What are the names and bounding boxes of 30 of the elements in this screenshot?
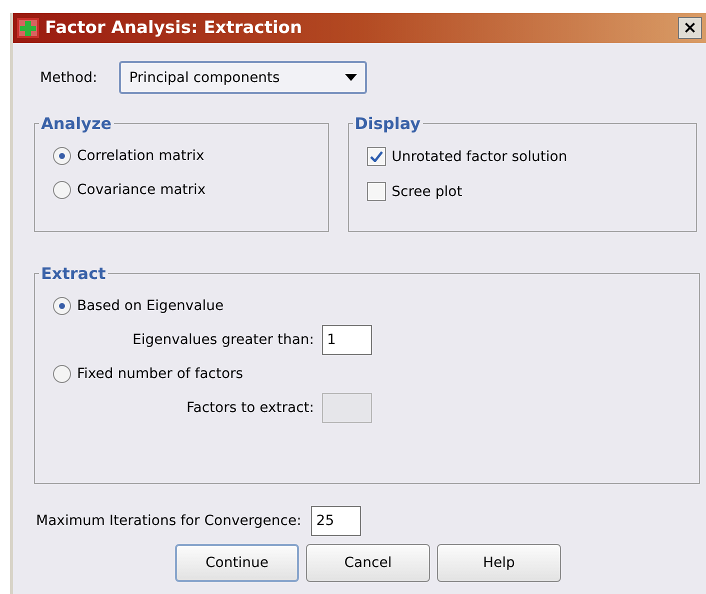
window-title: Factor Analysis: Extraction xyxy=(45,18,304,38)
close-button[interactable]: × xyxy=(678,17,702,39)
checkbox-option[interactable]: Scree plot xyxy=(366,182,678,201)
field-label: Eigenvalues greater than: xyxy=(132,332,314,348)
dialog-button[interactable]: Help xyxy=(437,544,561,582)
radio-button[interactable] xyxy=(53,365,71,383)
group-title: Extract xyxy=(40,264,107,283)
iterations-label: Maximum Iterations for Convergence: xyxy=(36,513,302,529)
method-label: Method: xyxy=(40,70,98,86)
checkbox[interactable] xyxy=(366,182,386,201)
iterations-field[interactable]: 25 xyxy=(311,506,362,536)
radio-option[interactable]: Fixed number of factors xyxy=(53,365,681,383)
field-label: Factors to extract: xyxy=(186,400,314,416)
checkmark-icon xyxy=(370,151,383,162)
group-title: Analyze xyxy=(40,114,113,133)
radio-option[interactable]: Covariance matrix xyxy=(53,181,310,199)
radio-button[interactable] xyxy=(53,147,71,165)
radio-button[interactable] xyxy=(53,181,71,199)
dialog-button[interactable]: Continue xyxy=(175,544,299,582)
radio-button[interactable] xyxy=(53,297,71,315)
group-title: Display xyxy=(354,114,422,133)
radio-option[interactable]: Correlation matrix xyxy=(53,147,310,165)
number-field[interactable]: 1 xyxy=(322,325,372,355)
checkbox-option[interactable]: Unrotated factor solution xyxy=(366,147,678,166)
radio-option[interactable]: Based on Eigenvalue xyxy=(53,297,681,315)
dialog-button[interactable]: Cancel xyxy=(306,544,430,582)
dropdown-arrow-icon xyxy=(345,74,358,81)
app-icon xyxy=(17,18,39,38)
method-dropdown[interactable]: Principal components xyxy=(119,61,368,94)
checkbox[interactable] xyxy=(366,147,386,166)
